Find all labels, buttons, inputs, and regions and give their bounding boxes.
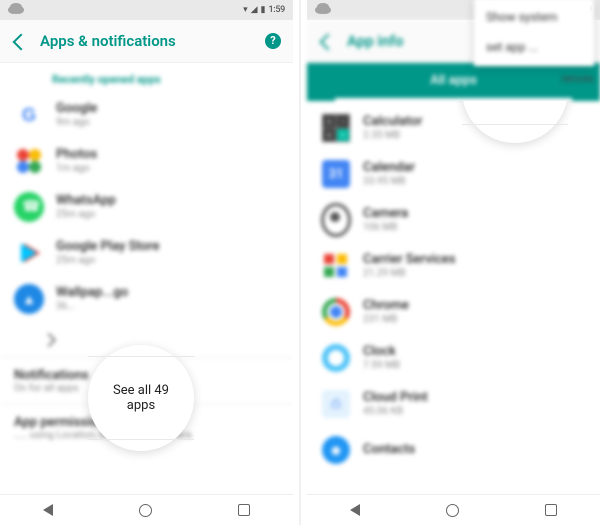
nav-recent-icon[interactable] xyxy=(238,504,250,516)
page-title: App info xyxy=(347,32,588,50)
nav-home-icon[interactable] xyxy=(446,504,459,517)
signal-icon: ◢ xyxy=(251,5,258,15)
status-time: 1:59 xyxy=(268,5,285,15)
photos-icon xyxy=(14,146,44,176)
row-sub: 33.95 MB xyxy=(363,176,415,188)
app-row-whatsapp[interactable]: WhatsApp 25m ago xyxy=(0,184,293,230)
app-row-chrome[interactable]: Chrome 231 MB xyxy=(307,289,600,335)
camera-icon xyxy=(321,205,351,235)
row-title: Carrier Services xyxy=(363,252,456,268)
nav-bar xyxy=(0,494,293,525)
row-sub: 7.59 MB xyxy=(363,360,400,372)
highlight-label: See all 49 apps xyxy=(88,356,194,440)
main-content: Recently opened apps G Google 9m ago xyxy=(0,63,293,494)
nav-recent-icon[interactable] xyxy=(545,504,557,516)
chevron-right-icon xyxy=(42,332,56,346)
row-title: Cloud Print xyxy=(363,390,428,406)
signal-icon: ◢ xyxy=(558,5,565,15)
chrome-icon xyxy=(321,297,351,327)
row-title: WhatsApp xyxy=(56,193,116,209)
highlight-label: Show system xyxy=(462,101,567,125)
row-title: Calendar xyxy=(363,160,415,176)
row-sub: 25m ago xyxy=(56,255,159,267)
app-row-wallpapers[interactable]: ▲ Wallpap...go 36... xyxy=(0,276,293,322)
wifi-icon: ▾ xyxy=(243,5,248,15)
tab-all-apps[interactable]: All apps xyxy=(335,63,572,101)
header: Apps & notifications ? xyxy=(0,20,293,63)
calculator-icon: +−×= xyxy=(321,113,351,143)
nav-bar xyxy=(307,494,600,525)
header: App info xyxy=(307,20,600,63)
help-icon[interactable]: ? xyxy=(265,33,281,49)
row-sub: 45.06 KB xyxy=(363,406,428,418)
row-sub: 9m ago xyxy=(56,117,97,129)
battery-icon: ▮ xyxy=(568,5,573,15)
app-row-camera[interactable]: Camera 106 MB xyxy=(307,197,600,243)
status-bar: ▾ ◢ ▮ 1:59 xyxy=(307,0,600,20)
row-title: Contacts xyxy=(363,442,415,458)
app-row-playstore[interactable]: Google Play Store 25m ago xyxy=(0,230,293,276)
row-title: Photos xyxy=(56,147,97,163)
highlight-see-all-apps[interactable]: See all 49 apps xyxy=(88,345,194,451)
playstore-icon xyxy=(14,238,44,268)
screenshot-right: ▾ ◢ ▮ 1:59 App info All apps Show system… xyxy=(307,0,600,525)
row-sub: 231 MB xyxy=(363,314,409,326)
status-time: 1:59 xyxy=(575,5,592,15)
row-title: Chrome xyxy=(363,298,409,314)
app-row-cloud-print[interactable]: ⎙ Cloud Print 45.06 KB xyxy=(307,381,600,427)
whatsapp-icon xyxy=(14,192,44,222)
row-title: Google xyxy=(56,101,97,117)
page-title: Apps & notifications xyxy=(40,32,251,50)
nav-home-icon[interactable] xyxy=(139,504,152,517)
section-subhead: Recently opened apps xyxy=(0,63,293,92)
back-icon[interactable] xyxy=(12,34,26,48)
cloud-icon xyxy=(8,6,20,14)
app-row-photos[interactable]: Photos 1m ago xyxy=(0,138,293,184)
wifi-icon: ▾ xyxy=(550,5,555,15)
main-content: +−×= Calculator 2.35 MB 31 Calendar 33.9… xyxy=(307,101,600,494)
row-sub: 2.35 MB xyxy=(363,130,422,142)
row-title: Wallpap...go xyxy=(56,285,128,301)
row-sub: 1m ago xyxy=(56,163,97,175)
battery-icon: ▮ xyxy=(261,5,266,15)
app-row-carrier-services[interactable]: Carrier Services 21.29 MB xyxy=(307,243,600,289)
app-row-contacts[interactable]: ☻ Contacts xyxy=(307,427,600,473)
phone-divider xyxy=(299,0,301,525)
carrier-services-icon xyxy=(321,251,351,281)
tab-strip: All apps xyxy=(307,63,600,101)
menu-reset-app[interactable]: set app ... xyxy=(474,32,594,62)
screenshot-left: ▾ ◢ ▮ 1:59 Apps & notifications ? Recent… xyxy=(0,0,293,525)
nav-back-icon[interactable] xyxy=(350,504,360,516)
app-row-calendar[interactable]: 31 Calendar 33.95 MB xyxy=(307,151,600,197)
row-sub: 36... xyxy=(56,301,128,313)
contacts-icon: ☻ xyxy=(321,435,351,465)
row-sub: 106 MB xyxy=(363,222,408,234)
app-row-google[interactable]: G Google 9m ago xyxy=(0,92,293,138)
row-sub: 21.29 MB xyxy=(363,268,456,280)
cloud-icon xyxy=(315,6,327,14)
row-title: Clock xyxy=(363,344,400,360)
cloud-print-icon: ⎙ xyxy=(321,389,351,419)
google-icon: G xyxy=(14,100,44,130)
calendar-icon: 31 xyxy=(321,159,351,189)
back-icon[interactable] xyxy=(319,34,333,48)
row-sub: 25m ago xyxy=(56,209,116,221)
row-title: Calculator xyxy=(363,114,422,130)
row-title: Google Play Store xyxy=(56,239,159,255)
menu-trailing-text: rences xyxy=(561,72,594,85)
app-row-clock[interactable]: Clock 7.59 MB xyxy=(307,335,600,381)
wallpapers-icon: ▲ xyxy=(14,284,44,314)
highlight-show-system[interactable]: Show system xyxy=(462,101,568,143)
clock-icon xyxy=(321,343,351,373)
nav-back-icon[interactable] xyxy=(43,504,53,516)
status-bar: ▾ ◢ ▮ 1:59 xyxy=(0,0,293,20)
row-title: Camera xyxy=(363,206,408,222)
